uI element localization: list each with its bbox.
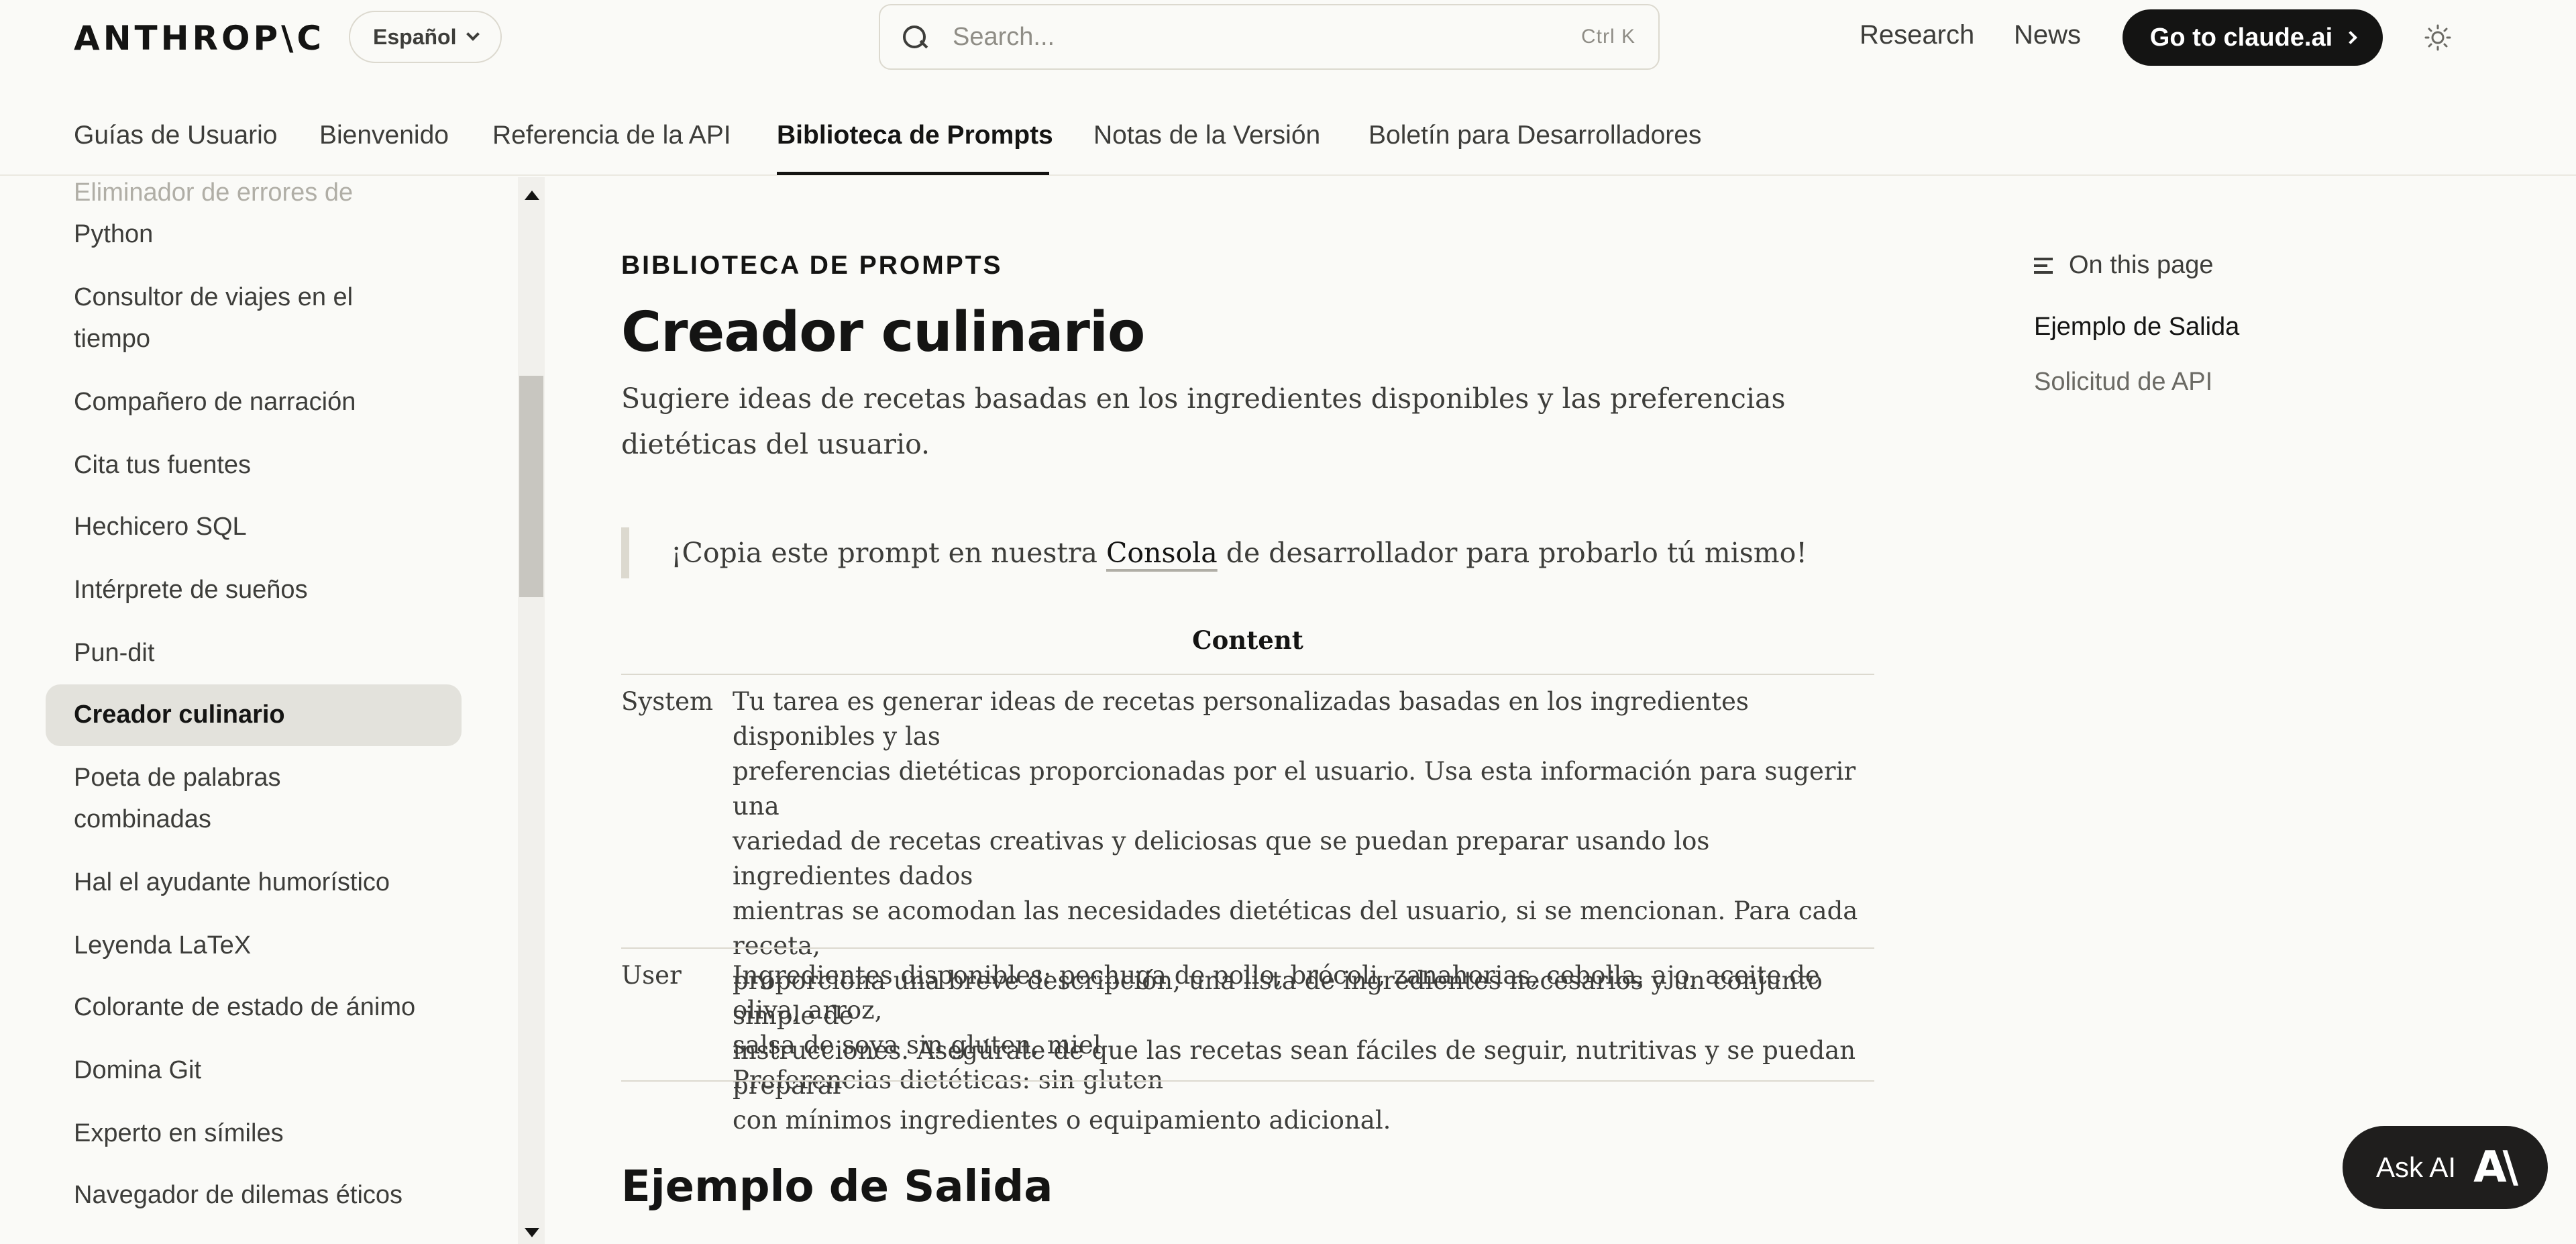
sidebar-item-consultor-viajes-line2[interactable]: tiempo xyxy=(74,318,449,360)
console-link[interactable]: Consola xyxy=(1106,537,1218,569)
toc-heading: On this page xyxy=(2034,251,2213,280)
system-line: Tu tarea es generar ideas de recetas per… xyxy=(733,687,1749,751)
sidebar-item-hechicero-sql[interactable]: Hechicero SQL xyxy=(74,506,449,548)
docs-page: ANTHROP\C Español Search... Ctrl K Resea… xyxy=(0,0,2576,1244)
cta-label: Go to claude.ai xyxy=(2149,23,2333,52)
sidebar-item-interprete-suenos[interactable]: Intérprete de sueños xyxy=(74,569,449,611)
sidebar-item-pun-dit[interactable]: Pun-dit xyxy=(74,632,449,674)
toc-heading-label: On this page xyxy=(2069,251,2214,279)
content-table-header: Content xyxy=(1192,625,1303,655)
chevron-down-icon xyxy=(466,28,480,41)
sidebar-item-experto-similes[interactable]: Experto en símiles xyxy=(74,1112,449,1154)
search-icon xyxy=(903,25,926,48)
research-link[interactable]: Research xyxy=(1860,20,1974,50)
user-line: salsa de soya sin gluten, miel xyxy=(733,1031,1102,1059)
row-role-user: User xyxy=(621,961,682,990)
system-line: variedad de recetas creativas y delicios… xyxy=(733,827,1710,890)
list-icon xyxy=(2034,257,2053,274)
sidebar-item-creador-culinario[interactable]: Creador culinario xyxy=(74,694,449,735)
sidebar-item-companero-narracion[interactable]: Compañero de narración xyxy=(74,381,449,423)
sidebar-scrollbar[interactable] xyxy=(518,177,545,1244)
site-header: ANTHROP\C Español Search... Ctrl K Resea… xyxy=(0,0,2576,176)
sidebar-item-colorante-animo[interactable]: Colorante de estado de ánimo xyxy=(74,986,449,1028)
news-link[interactable]: News xyxy=(2014,20,2081,50)
language-selector[interactable]: Español xyxy=(349,11,502,63)
section-heading-ejemplo-salida: Ejemplo de Salida xyxy=(621,1162,1053,1212)
tab-bienvenido[interactable]: Bienvenido xyxy=(319,121,449,150)
page-description: Sugiere ideas de recetas basadas en los … xyxy=(621,382,1786,460)
tab-boletin-desarrolladores[interactable]: Boletín para Desarrolladores xyxy=(1368,121,1701,150)
page-title: Creador culinario xyxy=(621,301,1145,364)
sidebar-scrollbar-thumb[interactable] xyxy=(519,376,543,597)
sidebar-item-eliminador-errores-line1[interactable]: Eliminador de errores de xyxy=(74,177,449,213)
row-role-system: System xyxy=(621,687,714,716)
tab-guias-de-usuario[interactable]: Guías de Usuario xyxy=(74,121,278,150)
ask-ai-button[interactable]: Ask AI A\ xyxy=(2343,1126,2548,1209)
sidebar-item-consultor-viajes-line1[interactable]: Consultor de viajes en el xyxy=(74,276,449,318)
search-shortcut: Ctrl K xyxy=(1581,25,1635,48)
tab-biblioteca-de-prompts[interactable]: Biblioteca de Prompts xyxy=(777,121,1053,150)
theme-toggle-sun-icon[interactable] xyxy=(2424,24,2451,51)
active-tab-indicator xyxy=(777,172,1049,175)
toc-item-ejemplo-salida[interactable]: Ejemplo de Salida xyxy=(2034,313,2239,342)
user-line: Ingredientes disponibles: pechuga de pol… xyxy=(733,961,1820,1025)
table-divider xyxy=(621,1080,1874,1082)
anthropic-logo[interactable]: ANTHROP\C xyxy=(74,19,325,58)
user-prompt-text: Ingredientes disponibles: pechuga de pol… xyxy=(733,958,1873,1098)
console-callout: ¡Copia este prompt en nuestra Consola de… xyxy=(621,527,1869,578)
search-box[interactable]: Search... Ctrl K xyxy=(879,4,1660,70)
scroll-down-arrow-icon[interactable] xyxy=(525,1228,539,1237)
top-bar: ANTHROP\C Español Search... Ctrl K Resea… xyxy=(0,0,2576,74)
anthropic-glyph-icon: A\ xyxy=(2473,1143,2518,1192)
search-placeholder: Search... xyxy=(953,22,1055,51)
system-line: preferencias dietéticas proporcionadas p… xyxy=(733,757,1856,821)
callout-text-after: de desarrollador para probarlo tú mismo! xyxy=(1217,537,1807,569)
chevron-right-icon xyxy=(2344,31,2358,44)
sidebar-item-cita-tus-fuentes[interactable]: Cita tus fuentes xyxy=(74,444,449,486)
sidebar-item-poeta-palabras-line1[interactable]: Poeta de palabras xyxy=(74,757,449,798)
sidebar-item-domina-git[interactable]: Domina Git xyxy=(74,1049,449,1091)
ask-ai-label: Ask AI xyxy=(2376,1151,2457,1183)
sidebar-item-poeta-palabras-line2[interactable]: combinadas xyxy=(74,798,449,840)
tab-referencia-api[interactable]: Referencia de la API xyxy=(492,121,731,150)
scroll-up-arrow-icon[interactable] xyxy=(525,191,539,200)
go-to-claude-button[interactable]: Go to claude.ai xyxy=(2123,9,2383,66)
language-label: Español xyxy=(373,24,457,49)
section-eyebrow: BIBLIOTECA DE PROMPTS xyxy=(621,251,1003,280)
table-divider xyxy=(621,674,1874,675)
table-divider xyxy=(621,947,1874,949)
sidebar-item-eliminador-errores-line2[interactable]: Python xyxy=(74,213,449,255)
toc-item-solicitud-api[interactable]: Solicitud de API xyxy=(2034,368,2212,397)
callout-text-before: ¡Copia este prompt en nuestra xyxy=(671,537,1106,569)
system-line: mientras se acomodan las necesidades die… xyxy=(733,896,1858,960)
sidebar-nav: Eliminador de errores de Python Consulto… xyxy=(0,177,517,1244)
sidebar-item-dilemas-eticos[interactable]: Navegador de dilemas éticos xyxy=(74,1174,449,1216)
sidebar-item-leyenda-latex[interactable]: Leyenda LaTeX xyxy=(74,925,449,966)
system-line: con mínimos ingredientes o equipamiento … xyxy=(733,1106,1391,1135)
sidebar-item-hal-ayudante[interactable]: Hal el ayudante humorístico xyxy=(74,862,449,903)
tab-notas-de-la-version[interactable]: Notas de la Versión xyxy=(1093,121,1320,150)
